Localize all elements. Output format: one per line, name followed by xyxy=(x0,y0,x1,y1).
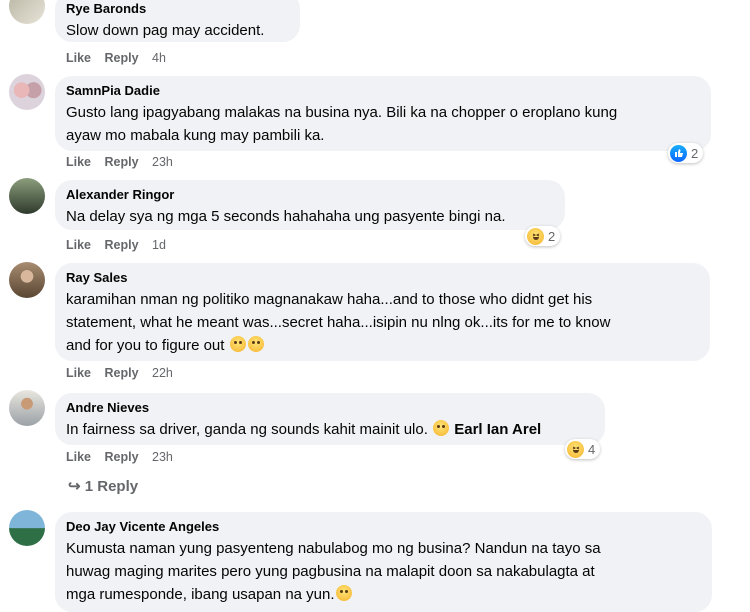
comment-text-line: huwag maging marites pero yung pagbusina… xyxy=(66,563,595,580)
tongue-emoji-icon xyxy=(433,420,450,436)
comment-actions: Like Reply 1d xyxy=(66,237,176,253)
comment-author[interactable]: SamnPia Dadie xyxy=(66,82,699,99)
reaction-count[interactable]: 2 xyxy=(525,226,561,246)
reaction-count-value: 4 xyxy=(588,441,596,457)
grin-emoji-icon xyxy=(247,336,264,352)
reaction-count-value: 2 xyxy=(691,145,699,161)
comment-text-line: mga rumesponde, ibang usapan na yun. xyxy=(66,583,700,606)
haha-reaction-icon xyxy=(527,227,544,245)
comment-text-line: and for you to figure out xyxy=(66,334,698,357)
like-reaction-icon xyxy=(670,144,687,162)
comment-bubble: SamnPia Dadie Gusto lang ipagyabang mala… xyxy=(55,76,711,151)
avatar[interactable] xyxy=(9,262,45,298)
comment-author[interactable]: Deo Jay Vicente Angeles xyxy=(66,518,700,535)
reply-button[interactable]: Reply xyxy=(105,366,139,380)
comment-actions: Like Reply 4h xyxy=(66,50,176,66)
comment-timestamp[interactable]: 1d xyxy=(152,238,166,252)
reply-button[interactable]: Reply xyxy=(105,155,139,169)
upside-down-emoji-icon xyxy=(335,585,352,601)
reaction-count-value: 2 xyxy=(548,228,556,244)
avatar[interactable] xyxy=(9,510,45,546)
comment-actions: Like Reply 23h xyxy=(66,154,183,170)
comment-text-line: statement, what he meant was...secret ha… xyxy=(66,314,611,331)
reply-button[interactable]: Reply xyxy=(105,51,139,65)
comment-author[interactable]: Ray Sales xyxy=(66,269,698,286)
comment-timestamp[interactable]: 4h xyxy=(152,51,166,65)
avatar[interactable] xyxy=(9,0,45,24)
comment-timestamp[interactable]: 23h xyxy=(152,155,173,169)
comment-actions: Like Reply 22h xyxy=(66,365,183,381)
comment-text: Kumusta naman yung pasyenteng nabulabog … xyxy=(66,537,700,606)
comment-text: Na delay sya ng mga 5 seconds hahahaha u… xyxy=(66,208,506,225)
comment-text: In fairness sa driver, ganda ng sounds k… xyxy=(66,418,593,441)
grin-emoji-icon xyxy=(229,336,246,352)
comment-bubble: Deo Jay Vicente Angeles Kumusta naman yu… xyxy=(55,512,712,612)
comment-text-segment: In fairness sa driver, ganda ng sounds k… xyxy=(66,421,428,438)
avatar[interactable] xyxy=(9,390,45,426)
like-button[interactable]: Like xyxy=(66,51,91,65)
comment-bubble: Rye Baronds Slow down pag may accident. xyxy=(55,0,300,42)
comment-text: Gusto lang ipagyabang malakas na busina … xyxy=(66,101,699,147)
comment-author[interactable]: Alexander Ringor xyxy=(66,186,553,203)
mention-link[interactable]: Earl Ian Arel xyxy=(454,421,541,438)
comment-text-line: Gusto lang ipagyabang malakas na busina … xyxy=(66,104,618,121)
comment-text-line: karamihan nman ng politiko magnanakaw ha… xyxy=(66,291,593,308)
comment-actions: Like Reply 23h xyxy=(66,449,183,465)
view-replies-link[interactable]: ↪ 1 Reply xyxy=(68,477,138,495)
avatar[interactable] xyxy=(9,178,45,214)
avatar[interactable] xyxy=(9,74,45,110)
haha-reaction-icon xyxy=(567,440,584,458)
comment-text-segment: and for you to figure out xyxy=(66,337,225,354)
comment-text: karamihan nman ng politiko magnanakaw ha… xyxy=(66,288,698,357)
comment-bubble: Ray Sales karamihan nman ng politiko mag… xyxy=(55,263,710,361)
like-button[interactable]: Like xyxy=(66,450,91,464)
comment-text-segment: mga rumesponde, ibang usapan na yun. xyxy=(66,586,335,603)
comment-timestamp[interactable]: 23h xyxy=(152,450,173,464)
comment-author[interactable]: Rye Baronds xyxy=(66,0,288,17)
comment-text-line: Kumusta naman yung pasyenteng nabulabog … xyxy=(66,540,601,557)
like-button[interactable]: Like xyxy=(66,366,91,380)
comment-bubble: Alexander Ringor Na delay sya ng mga 5 s… xyxy=(55,180,565,230)
comment-author[interactable]: Andre Nieves xyxy=(66,399,593,416)
comment-timestamp[interactable]: 22h xyxy=(152,366,173,380)
comment-text-line: ayaw mo mabala kung may pambili ka. xyxy=(66,127,325,144)
reaction-count[interactable]: 2 xyxy=(668,143,704,163)
reply-button[interactable]: Reply xyxy=(105,238,139,252)
like-button[interactable]: Like xyxy=(66,238,91,252)
reply-button[interactable]: Reply xyxy=(105,450,139,464)
reaction-count[interactable]: 4 xyxy=(565,439,601,459)
comment-bubble: Andre Nieves In fairness sa driver, gand… xyxy=(55,393,605,445)
comment-text: Slow down pag may accident. xyxy=(66,22,265,39)
like-button[interactable]: Like xyxy=(66,155,91,169)
